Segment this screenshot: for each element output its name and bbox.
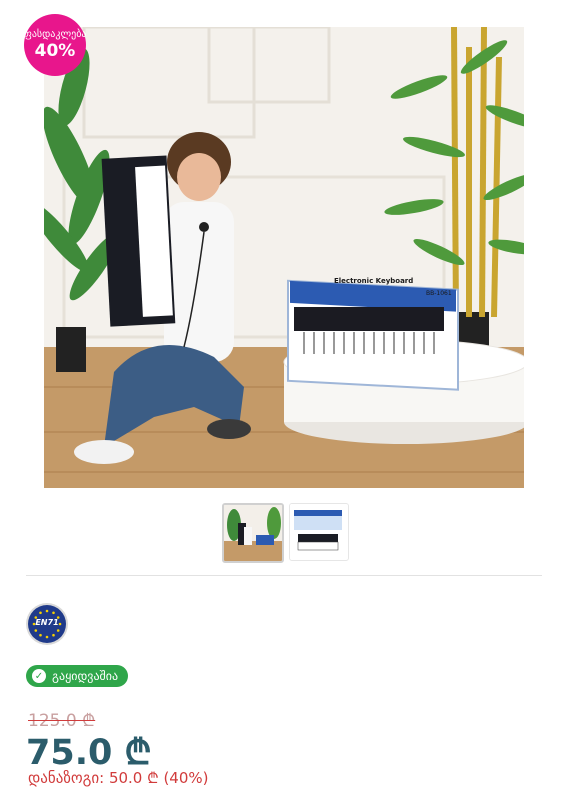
product-photo-illustration: Electronic Keyboard BB-1061 <box>44 27 524 488</box>
en71-certification-icon: EN71 <box>28 605 66 643</box>
thumbnail-2-image <box>290 504 346 558</box>
discount-badge: ფასდაკლება 40% <box>24 14 86 76</box>
thumbnail-1[interactable] <box>222 503 284 563</box>
product-main-image[interactable]: Electronic Keyboard BB-1061 <box>44 27 524 488</box>
box-title-text: Electronic Keyboard <box>334 277 413 285</box>
in-stock-label: გაყიდვაშია <box>52 669 119 683</box>
en71-label: EN71 <box>35 618 59 627</box>
discount-badge-label: ფასდაკლება <box>23 29 87 40</box>
discount-badge-percent: 40% <box>34 41 76 61</box>
check-icon: ✓ <box>32 669 46 683</box>
thumbnail-2[interactable] <box>289 503 349 561</box>
section-divider <box>26 575 542 576</box>
savings-text: დანაზოგი: 50.0 ₾ (40%) <box>28 769 209 787</box>
box-model-text: BB-1061 <box>426 290 452 297</box>
in-stock-badge: ✓ გაყიდვაშია <box>26 665 129 687</box>
thumbnail-1-image <box>224 505 282 561</box>
